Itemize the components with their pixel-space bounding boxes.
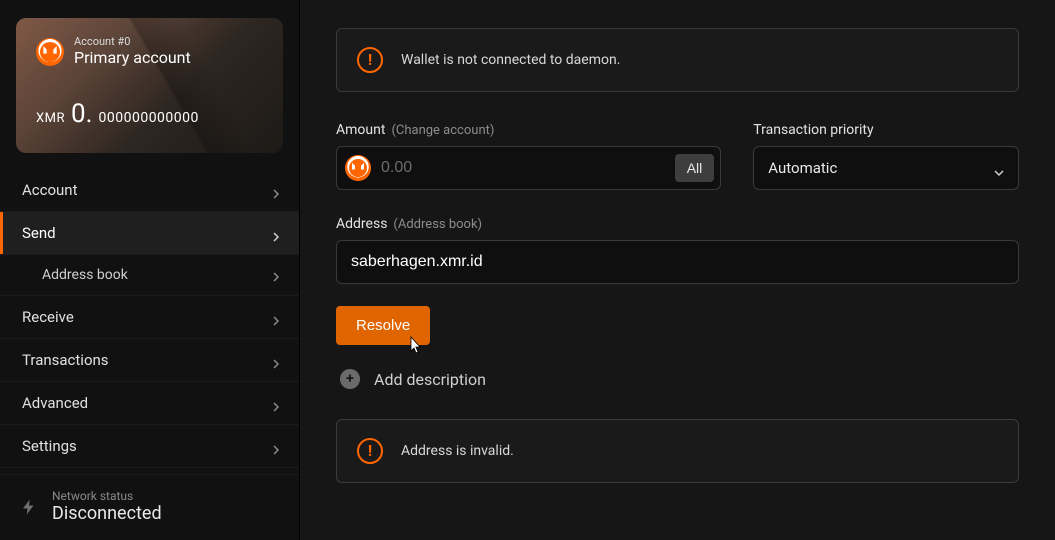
sidebar: Account #0 Primary account XMR 0. 000000… xyxy=(0,0,300,540)
account-card[interactable]: Account #0 Primary account XMR 0. 000000… xyxy=(16,18,283,153)
alert-daemon: ! Wallet is not connected to daemon. xyxy=(336,28,1019,92)
chevron-right-icon xyxy=(271,228,281,238)
monero-logo-icon xyxy=(36,38,64,66)
amount-all-button[interactable]: All xyxy=(675,154,715,182)
sidebar-item-label: Send xyxy=(22,224,56,242)
sidebar-item-label: Settings xyxy=(22,437,77,455)
balance-whole: 0. xyxy=(71,99,92,129)
alert-text: Wallet is not connected to daemon. xyxy=(401,52,620,68)
balance-currency: XMR xyxy=(36,111,65,126)
sidebar-item-label: Transactions xyxy=(22,351,109,369)
sidebar-item-label: Receive xyxy=(22,308,74,326)
amount-input[interactable] xyxy=(381,159,675,177)
alert-invalid-address: ! Address is invalid. xyxy=(336,419,1019,483)
bolt-icon xyxy=(20,495,38,519)
monero-coin-icon xyxy=(345,155,371,181)
network-status-label: Network status xyxy=(52,489,162,503)
sidebar-item-label: Address book xyxy=(42,267,128,283)
address-label: Address xyxy=(336,216,387,232)
balance-decimal: 000000000000 xyxy=(98,110,198,126)
sidebar-item-receive[interactable]: Receive xyxy=(0,296,299,339)
alert-text: Address is invalid. xyxy=(401,443,514,459)
change-account-link[interactable]: (Change account) xyxy=(391,123,494,138)
sidebar-item-transactions[interactable]: Transactions xyxy=(0,339,299,382)
main-panel: ! Wallet is not connected to daemon. Amo… xyxy=(300,0,1055,540)
warning-icon: ! xyxy=(357,438,383,464)
add-description-label: Add description xyxy=(374,370,486,389)
sidebar-nav: Account Send Address book Receive Transa… xyxy=(0,169,299,468)
chevron-right-icon xyxy=(271,270,281,280)
address-input[interactable] xyxy=(336,240,1019,284)
address-book-link[interactable]: (Address book) xyxy=(393,217,482,232)
add-description-button[interactable]: + Add description xyxy=(336,369,1019,389)
chevron-right-icon xyxy=(271,185,281,195)
sidebar-item-advanced[interactable]: Advanced xyxy=(0,382,299,425)
sidebar-item-settings[interactable]: Settings xyxy=(0,425,299,468)
sidebar-item-label: Advanced xyxy=(22,394,88,412)
chevron-down-icon xyxy=(994,163,1004,173)
account-name: Primary account xyxy=(74,49,191,67)
sidebar-item-account[interactable]: Account xyxy=(0,169,299,212)
amount-input-wrap: All xyxy=(336,146,721,190)
plus-icon: + xyxy=(340,369,360,389)
account-number-label: Account #0 xyxy=(74,36,191,49)
priority-select[interactable]: Automatic xyxy=(753,146,1019,190)
resolve-button[interactable]: Resolve xyxy=(336,306,430,345)
chevron-right-icon xyxy=(271,355,281,365)
sidebar-item-send[interactable]: Send xyxy=(0,212,299,255)
network-status-value: Disconnected xyxy=(52,503,162,524)
chevron-right-icon xyxy=(271,312,281,322)
amount-label: Amount xyxy=(336,122,385,138)
sidebar-item-label: Account xyxy=(22,181,78,199)
balance: XMR 0. 000000000000 xyxy=(36,99,263,129)
chevron-right-icon xyxy=(271,398,281,408)
network-status[interactable]: Network status Disconnected xyxy=(0,474,299,540)
sidebar-item-address-book[interactable]: Address book xyxy=(0,255,299,296)
priority-value: Automatic xyxy=(768,159,837,177)
warning-icon: ! xyxy=(357,47,383,73)
chevron-right-icon xyxy=(271,441,281,451)
priority-label: Transaction priority xyxy=(753,122,873,138)
